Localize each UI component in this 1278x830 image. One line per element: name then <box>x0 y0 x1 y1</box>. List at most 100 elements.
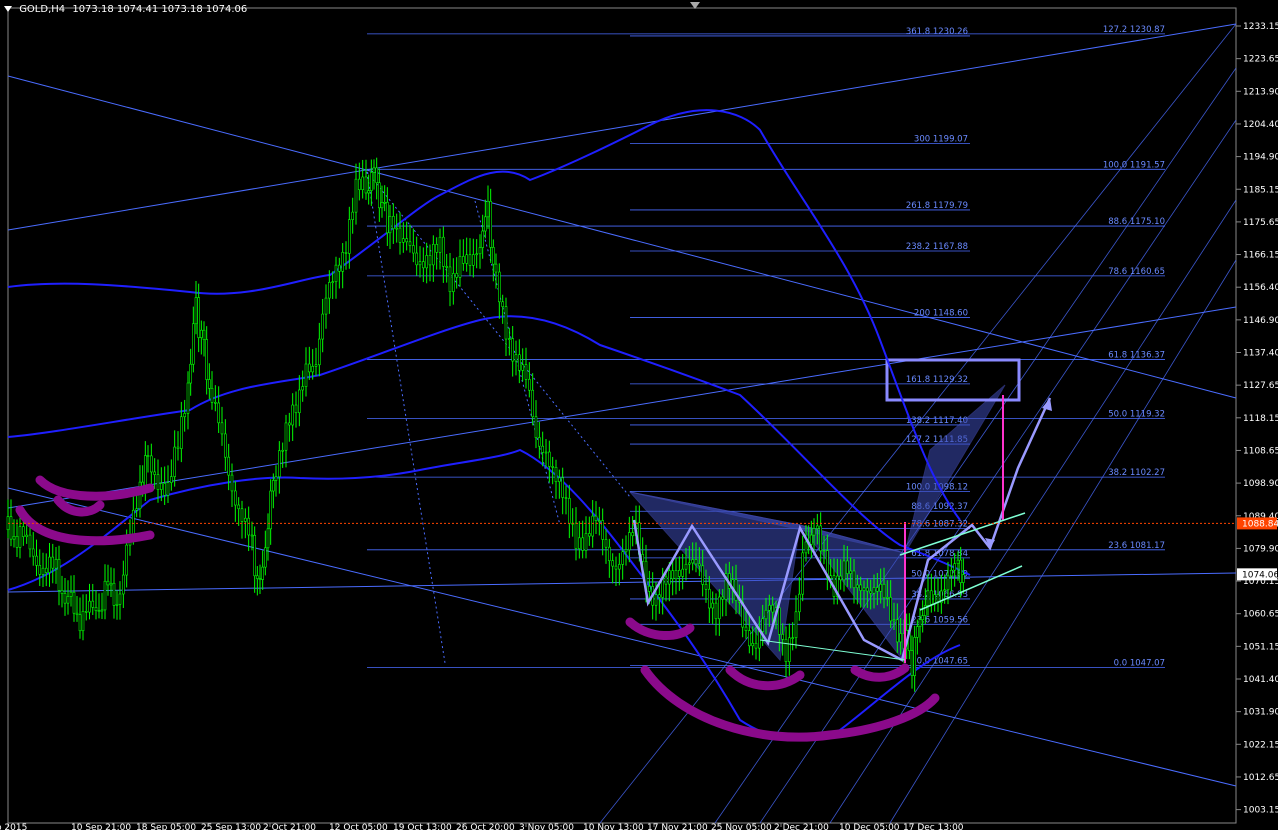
candle-body <box>250 534 254 537</box>
candle-body <box>668 570 671 585</box>
fib-level-label: 61.8 1136.37 <box>1108 351 1165 361</box>
candle-body <box>591 515 594 537</box>
candle-body <box>163 483 166 496</box>
candle-body <box>528 379 531 391</box>
candle-body <box>886 597 889 599</box>
candle-body <box>548 451 551 467</box>
candle-body <box>311 366 314 373</box>
candle-body <box>261 566 264 580</box>
candle-body <box>671 570 674 580</box>
candle-body <box>176 446 180 449</box>
candle-body <box>862 587 866 591</box>
candle-body <box>950 569 953 577</box>
candle-body <box>628 532 631 551</box>
candle-body <box>721 596 724 600</box>
x-tick-label: 10 Nov 13:00 <box>583 823 644 830</box>
y-tick-label: 1137.40 <box>1243 349 1278 359</box>
candle-body <box>298 389 301 414</box>
candle-body <box>921 615 924 620</box>
current-price-label: 1074.06 <box>1242 570 1278 580</box>
candle-body <box>97 610 101 612</box>
time-axis[interactable]: 4 Sep 2015 10 Sep 21:00 18 Sep 05:00 25 Sep… <box>0 823 964 830</box>
candle-body <box>18 526 22 548</box>
shift-marker-icon[interactable] <box>690 2 700 9</box>
candle-body <box>144 455 147 488</box>
candle-body <box>681 568 684 577</box>
x-tick-label: 10 Dec 05:00 <box>839 823 900 830</box>
y-tick-label: 1166.15 <box>1243 251 1278 261</box>
candle-body <box>816 525 819 529</box>
candle-body <box>386 201 389 234</box>
x-tick-label: 26 Oct 20:00 <box>456 823 515 830</box>
candle-body <box>256 575 259 579</box>
candle-body <box>60 590 64 594</box>
candle-body <box>358 178 361 190</box>
candle-body <box>551 466 554 468</box>
candle-body <box>708 588 711 609</box>
y-tick-label: 1146.90 <box>1243 316 1278 326</box>
candle-body <box>624 549 628 553</box>
candle-body <box>208 379 211 389</box>
fib-level-label: 238.2 1167.88 <box>906 242 968 252</box>
candle-body <box>578 537 581 549</box>
chart-title: GOLD,H4 1073.18 1074.41 1073.18 1074.06 <box>4 4 247 15</box>
fib-level-label: 127.2 1230.87 <box>1103 25 1165 35</box>
candle-body <box>748 630 751 647</box>
candle-body <box>31 548 35 557</box>
candle-body <box>28 534 32 550</box>
candle-body <box>180 416 183 449</box>
candle-body <box>12 536 16 540</box>
candle-body <box>100 609 104 612</box>
y-tick-label: 1012.65 <box>1243 773 1278 783</box>
candle-body <box>224 433 227 458</box>
triangle-down-icon[interactable] <box>4 6 12 12</box>
candle-body <box>486 201 490 218</box>
candle-body <box>849 570 852 574</box>
candle-body <box>395 227 398 230</box>
candle-body <box>230 474 234 492</box>
candle-body <box>916 626 919 638</box>
candle-body <box>200 329 203 338</box>
y-tick-label: 1003.15 <box>1243 806 1278 816</box>
candle-body <box>166 482 170 496</box>
candle-body <box>150 455 153 473</box>
x-tick-label: 3 Nov 05:00 <box>519 823 574 830</box>
candle-body <box>511 338 514 362</box>
candle-body <box>22 526 25 537</box>
candle-body <box>361 176 364 190</box>
candle-body <box>674 570 678 580</box>
candle-body <box>791 637 794 639</box>
price-chart[interactable]: 361.8 1230.26 300 1199.07 261.8 1179.79 238… <box>0 0 1278 830</box>
candle-body <box>465 254 468 264</box>
fib-level-label: 78.6 1160.65 <box>1108 267 1165 277</box>
y-tick-label: 1194.90 <box>1243 153 1278 163</box>
candle-body <box>953 563 956 571</box>
candle-body <box>819 525 822 552</box>
candle-body <box>66 596 70 604</box>
candle-body <box>484 216 487 232</box>
candle-body <box>718 596 721 620</box>
candle-body <box>458 256 462 278</box>
candle-body <box>274 476 278 481</box>
candle-body <box>514 354 518 362</box>
candle-body <box>899 633 902 643</box>
candle-body <box>364 176 368 194</box>
candle-body <box>754 642 758 649</box>
x-tick-label: 12 Oct 05:00 <box>329 823 388 830</box>
candle-body <box>354 178 358 213</box>
candle-body <box>25 534 28 537</box>
candle-body <box>189 363 192 384</box>
y-tick-label: 1156.40 <box>1243 283 1278 293</box>
candle-body <box>751 642 754 647</box>
candle-body <box>284 422 288 451</box>
x-tick-label: 10 Sep 21:00 <box>71 823 131 830</box>
candle-body <box>648 586 651 592</box>
price-axis[interactable]: 1233.15 1223.65 1213.90 1204.40 1194.90 1185.… <box>1236 22 1278 816</box>
candle-body <box>183 413 186 418</box>
candle-body <box>69 591 73 597</box>
candle-body <box>518 354 521 371</box>
candle-body <box>370 172 373 191</box>
candle-body <box>588 533 591 537</box>
candle-body <box>258 578 262 580</box>
candle-body <box>475 253 478 256</box>
